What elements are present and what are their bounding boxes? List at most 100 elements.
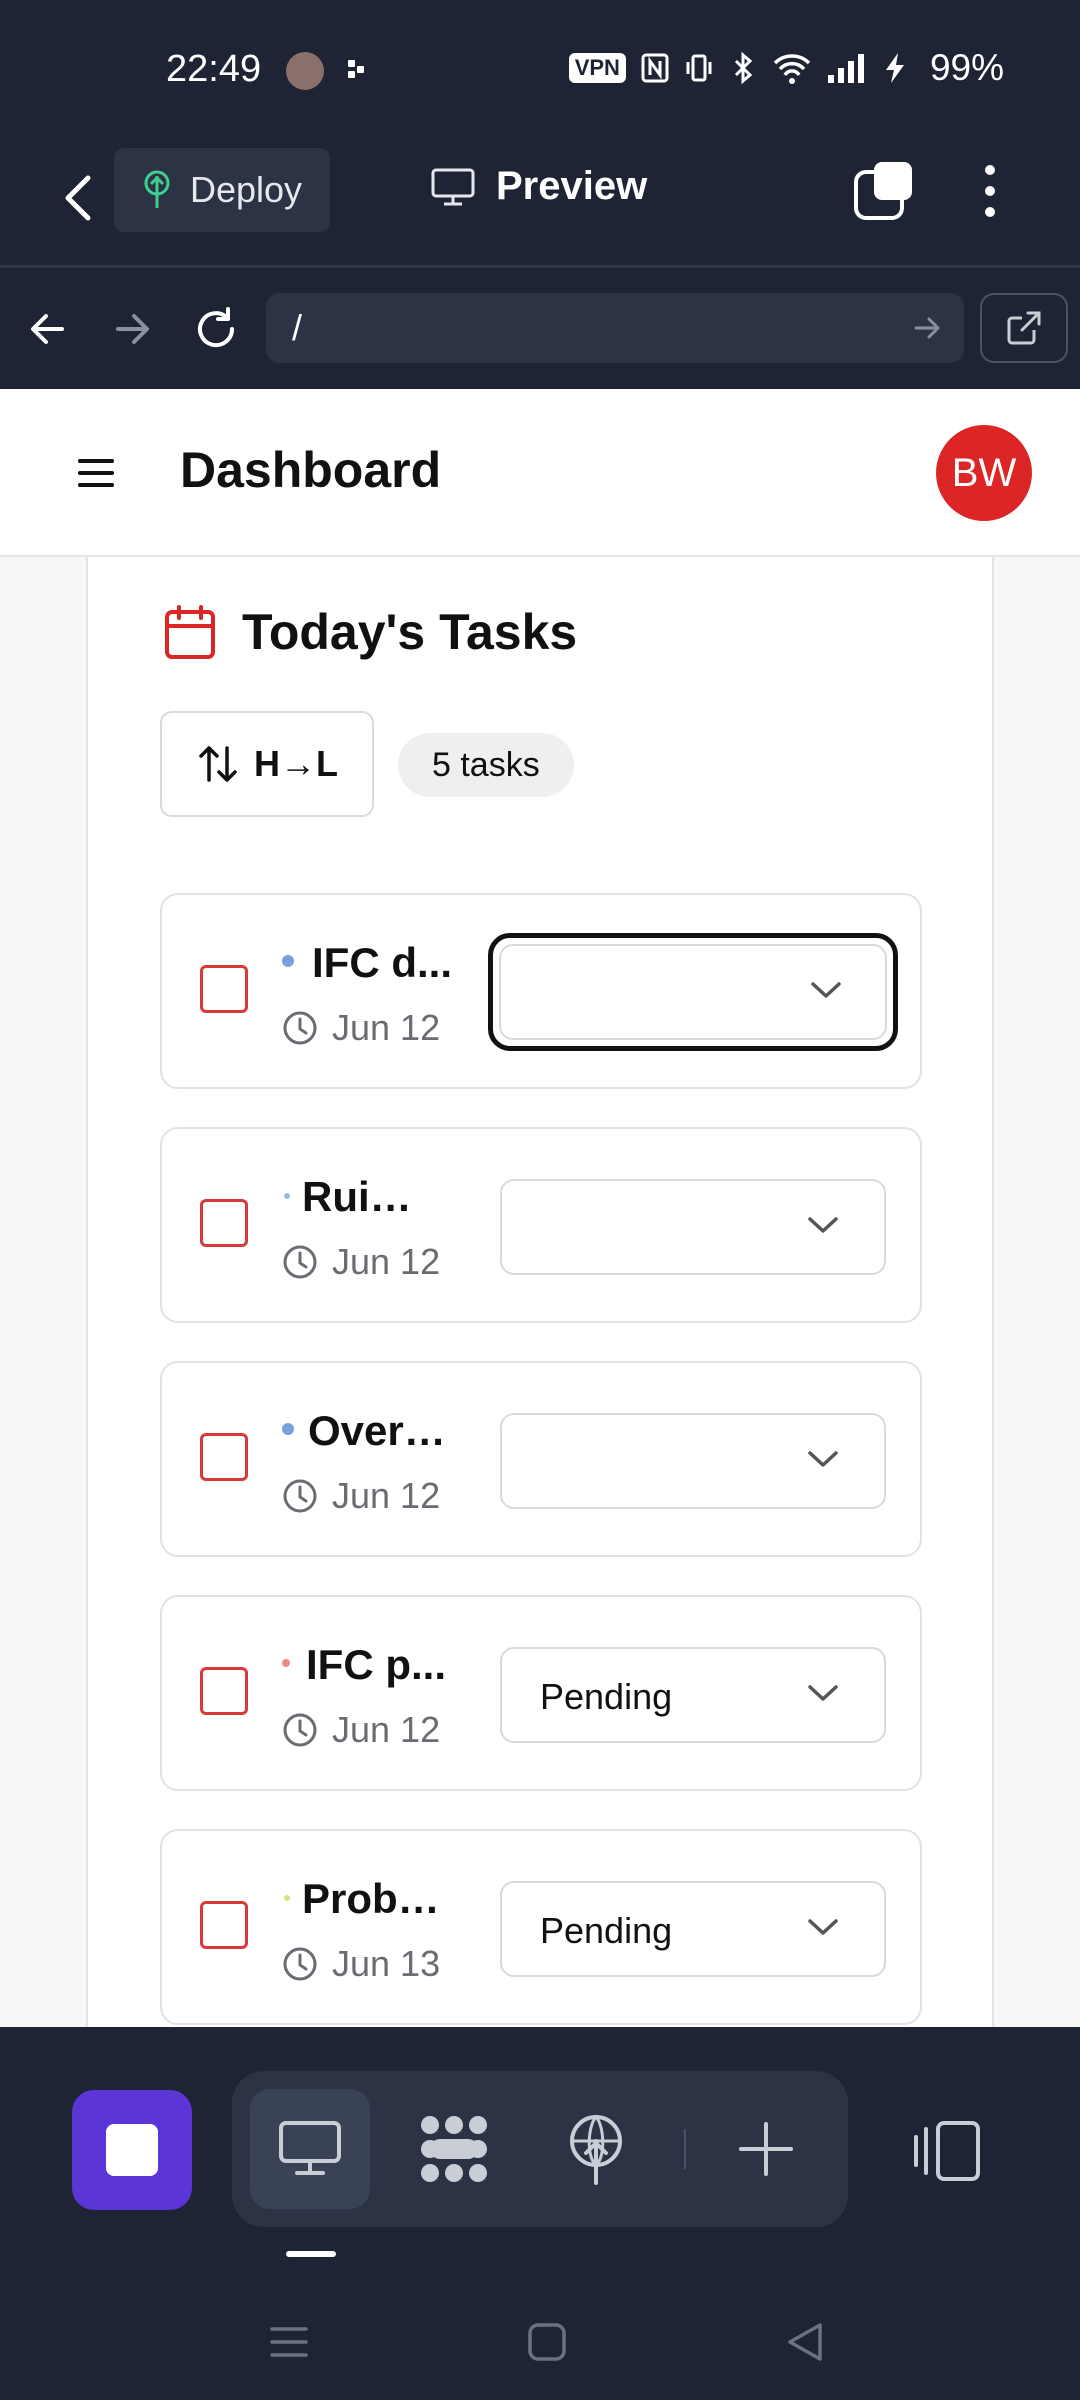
preview-tab[interactable]: Preview (430, 164, 647, 209)
more-options-icon[interactable] (970, 160, 1010, 222)
task-checkbox[interactable] (200, 1667, 248, 1715)
app-bar: Deploy Preview (0, 140, 1080, 268)
side-panel-icon[interactable] (908, 2111, 988, 2191)
task-checkbox[interactable] (200, 1901, 248, 1949)
chevron-down-icon (808, 1685, 838, 1701)
task-due: Jun 12 (282, 1007, 440, 1049)
task-name: Ruimt... (302, 1173, 442, 1220)
task-due-date: Jun 12 (332, 1007, 441, 1048)
task-item: IFC p... Jun 12 Pending (160, 1595, 922, 1791)
clock-icon (283, 1245, 317, 1279)
task-status-select[interactable] (488, 933, 898, 1051)
charging-icon (885, 53, 904, 83)
clock-icon (283, 1713, 317, 1747)
deploy-icon (144, 170, 170, 208)
chevron-down-icon (808, 1217, 838, 1233)
task-item: IFC d... Jun 12 (160, 893, 922, 1089)
task-checkbox[interactable] (200, 965, 248, 1013)
wifi-icon (773, 54, 811, 84)
hamburger-menu-icon[interactable] (72, 451, 120, 495)
browser-back-icon[interactable] (22, 303, 74, 355)
clock-icon (283, 1479, 317, 1513)
reload-icon[interactable] (190, 303, 242, 355)
clock-icon (283, 1947, 317, 1981)
monitor-icon (431, 168, 475, 205)
card-title: Today's Tasks (242, 604, 578, 660)
tabs-icon[interactable] (852, 160, 914, 222)
tool-group (232, 2071, 848, 2227)
battery-level: 99% (929, 47, 1004, 88)
task-due: Jun 12 (282, 1475, 440, 1517)
back-icon[interactable] (50, 168, 110, 228)
sort-label: H→L (254, 743, 338, 784)
task-count-badge: 5 tasks (398, 733, 574, 797)
task-status-select[interactable] (500, 1413, 886, 1509)
task-item: Probl... Jun 13 Pending (160, 1829, 922, 2025)
task-checkbox[interactable] (200, 1199, 248, 1247)
user-avatar[interactable]: BW (936, 425, 1032, 521)
browser-forward-icon[interactable] (106, 303, 158, 355)
status-time: 22:49 (166, 48, 262, 90)
home-icon[interactable] (522, 2317, 572, 2367)
monitor-icon (279, 2121, 341, 2175)
clock-icon (283, 1011, 317, 1045)
task-status-value: Pending (540, 1676, 673, 1717)
task-item: Ruimt... Jun 12 (160, 1127, 922, 1323)
nfc-icon (641, 53, 669, 83)
task-status-select[interactable]: Pending (500, 1881, 886, 1977)
priority-dot-icon (282, 1659, 290, 1667)
chevron-down-icon (811, 982, 841, 998)
web-page: Dashboard BW Today's Tasks H→L 5 tasks I… (0, 389, 1080, 2027)
card-header: Today's Tasks (164, 603, 577, 661)
task-due-date: Jun 12 (332, 1709, 441, 1750)
url-input[interactable]: / (266, 293, 964, 363)
toolbar-divider (684, 2129, 686, 2169)
system-back-icon[interactable] (780, 2317, 830, 2367)
preview-tool-button[interactable] (250, 2089, 370, 2209)
external-link-icon (1007, 311, 1041, 345)
priority-dot-icon (282, 955, 294, 967)
add-tool-button[interactable] (706, 2089, 826, 2209)
task-status-select[interactable]: Pending (500, 1647, 886, 1743)
stop-icon (106, 2124, 158, 2176)
task-item: Overz... Jun 12 (160, 1361, 922, 1557)
task-due: Jun 13 (282, 1943, 440, 1985)
browser-url-bar: / (0, 271, 1080, 389)
integrations-tool-button[interactable] (394, 2089, 514, 2209)
calendar-icon (165, 605, 215, 659)
recent-apps-icon[interactable] (264, 2317, 314, 2367)
deploy-label: Deploy (190, 169, 303, 210)
task-due: Jun 12 (282, 1709, 440, 1751)
vpn-icon: VPN (568, 53, 626, 83)
task-name: Probl... (302, 1875, 442, 1922)
bluetooth-icon (734, 51, 753, 85)
task-status-value: Pending (540, 1910, 673, 1951)
preview-label: Preview (496, 164, 648, 208)
url-text: / (292, 307, 303, 348)
gesture-indicator (286, 2251, 336, 2257)
notification-avatar-icon (286, 52, 324, 90)
task-due-date: Jun 12 (332, 1475, 441, 1516)
task-due-date: Jun 13 (332, 1943, 441, 1984)
deploy-tool-button[interactable] (536, 2089, 656, 2209)
chevron-down-icon (808, 1451, 838, 1467)
page-title: Dashboard (180, 442, 442, 498)
priority-dot-icon (284, 1193, 290, 1199)
go-arrow-icon[interactable] (910, 311, 944, 345)
stop-button[interactable] (72, 2090, 192, 2210)
task-status-select[interactable] (500, 1179, 886, 1275)
bottom-toolbar (0, 2027, 1080, 2400)
task-name: IFC p... (306, 1641, 446, 1688)
open-external-button[interactable] (980, 293, 1068, 363)
status-icons: VPN 99% (568, 46, 1004, 90)
page-header: Dashboard BW (0, 389, 1080, 557)
deploy-button[interactable]: Deploy (114, 148, 330, 232)
integrations-icon (421, 2116, 487, 2182)
sort-priority-button[interactable]: H→L (160, 711, 374, 817)
plus-icon (739, 2122, 793, 2176)
deploy-icon (570, 2115, 622, 2185)
status-bar: 22:49 VPN 99% (0, 0, 1080, 140)
task-checkbox[interactable] (200, 1433, 248, 1481)
todays-tasks-card: Today's Tasks H→L 5 tasks IFC d... Jun 1… (86, 557, 994, 2027)
task-due: Jun 12 (282, 1241, 440, 1283)
